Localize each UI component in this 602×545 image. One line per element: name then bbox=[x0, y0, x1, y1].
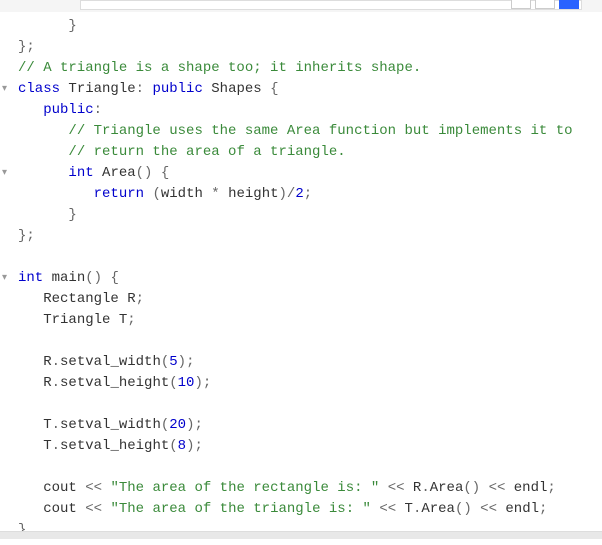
code-line[interactable]: // return the area of a triangle. bbox=[0, 142, 602, 163]
code-line[interactable] bbox=[0, 247, 602, 268]
code-line[interactable]: Triangle T; bbox=[0, 310, 602, 331]
toolbar-button-3[interactable] bbox=[559, 0, 579, 9]
code-line[interactable]: // A triangle is a shape too; it inherit… bbox=[0, 58, 602, 79]
fold-gutter: ▾ ▾ ▾ bbox=[0, 16, 14, 545]
code-line[interactable] bbox=[0, 457, 602, 478]
toolbar-button-1[interactable] bbox=[511, 0, 531, 9]
code-line[interactable]: T.setval_width(20); bbox=[0, 415, 602, 436]
code-editor[interactable]: ▾▾▾ }};// A triangle is a shape too; it … bbox=[0, 12, 602, 545]
code-line[interactable]: } bbox=[0, 16, 602, 37]
fold-marker[interactable]: ▾ bbox=[2, 163, 7, 184]
code-line[interactable]: int Area() { bbox=[0, 163, 602, 184]
code-line[interactable]: class Triangle: public Shapes { bbox=[0, 79, 602, 100]
code-line[interactable]: T.setval_height(8); bbox=[0, 436, 602, 457]
fold-marker[interactable]: ▾ bbox=[2, 79, 7, 100]
code-line[interactable]: Rectangle R; bbox=[0, 289, 602, 310]
code-line[interactable]: }; bbox=[0, 226, 602, 247]
code-line[interactable]: }; bbox=[0, 37, 602, 58]
toolbar-button-2[interactable] bbox=[535, 0, 555, 9]
code-line[interactable]: R.setval_height(10); bbox=[0, 373, 602, 394]
code-line[interactable]: cout << "The area of the rectangle is: "… bbox=[0, 478, 602, 499]
fold-marker[interactable]: ▾ bbox=[2, 268, 7, 289]
code-line[interactable] bbox=[0, 394, 602, 415]
code-line[interactable]: } bbox=[0, 205, 602, 226]
code-line[interactable]: int main() { bbox=[0, 268, 602, 289]
code-line[interactable]: return (width * height)/2; bbox=[0, 184, 602, 205]
code-line[interactable]: // Triangle uses the same Area function … bbox=[0, 121, 602, 142]
horizontal-scrollbar[interactable] bbox=[0, 531, 602, 539]
code-line[interactable] bbox=[0, 331, 602, 352]
code-line[interactable]: R.setval_width(5); bbox=[0, 352, 602, 373]
toolbar-buttons bbox=[511, 0, 579, 9]
code-line[interactable]: public: bbox=[0, 100, 602, 121]
code-line[interactable]: cout << "The area of the triangle is: " … bbox=[0, 499, 602, 520]
editor-toolbar bbox=[80, 0, 582, 10]
